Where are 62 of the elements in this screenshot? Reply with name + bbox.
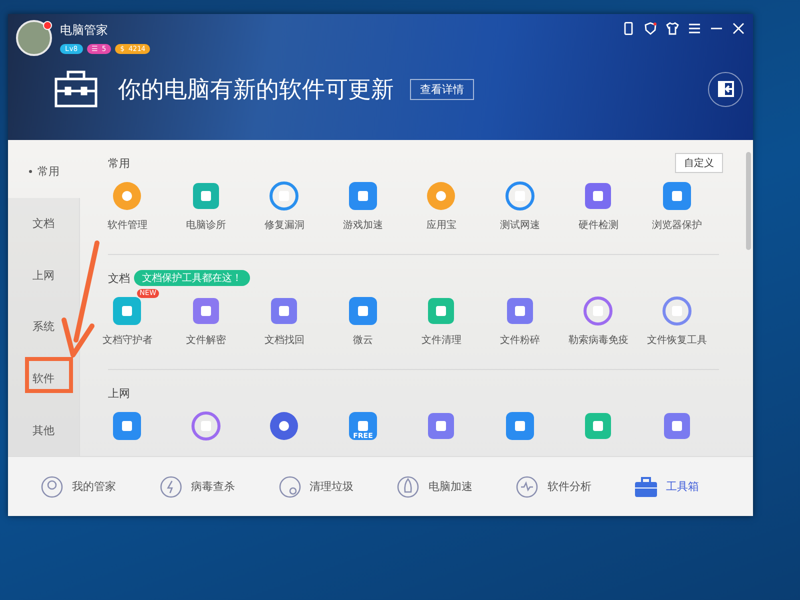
footer-tab[interactable]: 病毒查杀 bbox=[158, 474, 278, 498]
rocket-icon bbox=[396, 474, 420, 498]
sidebar-item[interactable]: 上网 bbox=[8, 249, 80, 302]
tooltip-bubble: 文档保护工具都在这！ bbox=[134, 270, 250, 286]
bullet-icon bbox=[28, 170, 32, 174]
tool-label[interactable]: 勒索病毒免疫 bbox=[568, 333, 628, 347]
highlight-frame bbox=[25, 357, 73, 393]
notification-dot bbox=[43, 21, 52, 30]
tool-label[interactable]: 电脑诊所 bbox=[186, 218, 226, 232]
sidebar-label: 文档 bbox=[32, 216, 54, 231]
scrollbar-thumb[interactable] bbox=[746, 152, 751, 250]
tool-label[interactable]: 游戏加速 bbox=[342, 218, 383, 232]
tool-label[interactable]: 文档守护者 bbox=[102, 333, 152, 347]
app-title: 电脑管家 bbox=[60, 22, 109, 39]
section-title: 文档 bbox=[108, 270, 130, 286]
tool-label[interactable]: 硬件检测 bbox=[578, 218, 618, 232]
app-tile-icon bbox=[346, 295, 379, 327]
tool-label[interactable]: 测试网速 bbox=[500, 218, 540, 232]
sidebar-label: 软件 bbox=[32, 371, 54, 386]
menu-icon[interactable] bbox=[688, 22, 701, 35]
tool-label[interactable]: 文件粉碎 bbox=[500, 333, 540, 347]
footer-tab[interactable]: 我的管家 bbox=[40, 474, 159, 498]
app-tile-icon bbox=[111, 410, 144, 442]
sidebar-label: 上网 bbox=[32, 268, 54, 283]
sidebar-item[interactable]: 文档 bbox=[8, 198, 80, 250]
avatar[interactable] bbox=[16, 20, 52, 56]
app-tile-icon bbox=[346, 180, 379, 212]
toolbox-icon bbox=[634, 474, 658, 498]
footer-tab[interactable]: 软件分析 bbox=[515, 474, 634, 498]
tool-label[interactable]: 文件恢复工具 bbox=[646, 333, 707, 347]
footer-tab[interactable]: 电脑加速 bbox=[396, 474, 516, 498]
update-headline: 你的电脑有新的软件可更新 bbox=[118, 76, 394, 104]
section-title: 上网 bbox=[108, 386, 130, 400]
app-tile-icon bbox=[660, 180, 693, 212]
tool-label[interactable]: 文件解密 bbox=[186, 333, 226, 347]
sidebar-label: 常用 bbox=[38, 164, 60, 180]
ring-icon bbox=[268, 180, 300, 212]
tool-label[interactable]: 修复漏洞 bbox=[264, 218, 304, 232]
toolbox-icon bbox=[54, 70, 98, 108]
sidebar-label: 其他 bbox=[32, 422, 54, 438]
sidebar-item[interactable]: 常用 bbox=[8, 146, 80, 198]
tool-label[interactable]: 文件清理 bbox=[421, 333, 462, 347]
view-details-button[interactable]: 查看详情 bbox=[410, 78, 474, 100]
tool-label[interactable]: 应用宝 bbox=[426, 218, 456, 232]
sidebar-item[interactable]: 其他 bbox=[8, 404, 80, 456]
lightning-circle-icon bbox=[158, 474, 183, 498]
sidebar-label: 系统 bbox=[32, 319, 54, 334]
sidebar-item[interactable]: 软件 bbox=[8, 352, 80, 404]
shirt-icon[interactable] bbox=[666, 22, 679, 35]
tool-label[interactable]: 浏览器保护 bbox=[652, 218, 702, 232]
sidebar-item[interactable]: 系统 bbox=[8, 301, 80, 353]
exit-icon bbox=[718, 81, 734, 97]
exit-button[interactable] bbox=[708, 72, 743, 106]
tool-label[interactable]: 文档找回 bbox=[264, 333, 304, 347]
tool-label[interactable]: 微云 bbox=[352, 333, 373, 347]
tool-label[interactable]: 软件管理 bbox=[107, 218, 148, 232]
section-title: 常用 bbox=[108, 156, 130, 170]
customize-button[interactable]: 自定义 bbox=[675, 153, 723, 173]
footer-tab[interactable]: 工具箱 bbox=[634, 474, 753, 498]
phone-icon[interactable] bbox=[622, 22, 635, 35]
footer-tab[interactable]: 清理垃圾 bbox=[278, 474, 396, 498]
close-icon[interactable] bbox=[732, 22, 745, 35]
